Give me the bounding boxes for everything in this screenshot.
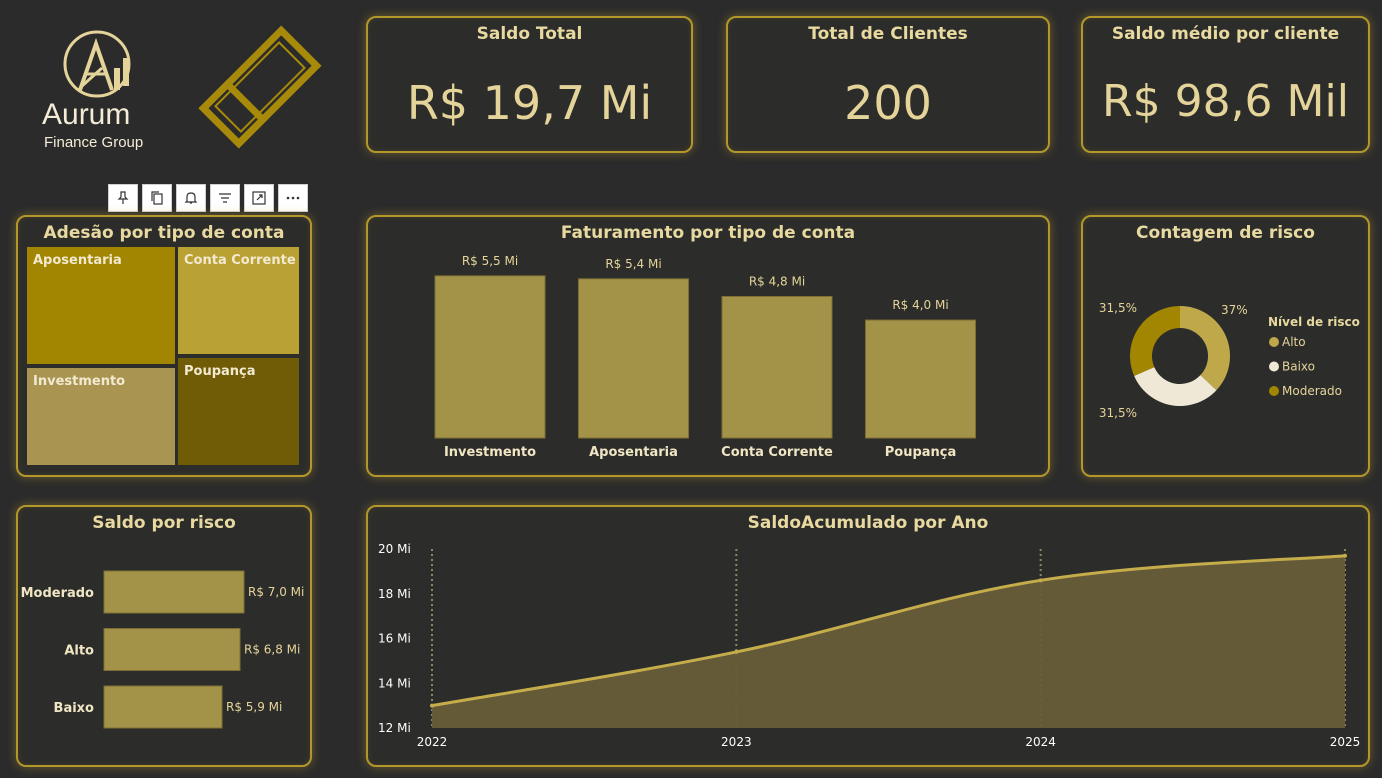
x-tick-label: 2022 — [417, 735, 448, 749]
data-point-2022 — [430, 703, 434, 708]
data-point-2023 — [734, 649, 739, 654]
copy-button[interactable] — [142, 184, 172, 212]
kpi-value: 200 — [844, 76, 932, 130]
kpi-title: Saldo Total — [476, 24, 583, 44]
bar-conta-corrente — [721, 295, 833, 439]
focus-mode-button[interactable] — [244, 184, 274, 212]
category-label: Baixo — [54, 701, 95, 716]
donut-data-label: 37% — [1221, 303, 1248, 317]
y-tick-label: 14 Mi — [378, 676, 411, 690]
hbar-value-label: R$ 6,8 Mi — [244, 643, 300, 657]
money-icon — [198, 25, 322, 149]
y-tick-label: 20 Mi — [378, 542, 411, 556]
treemap-cell-poupanca[interactable]: Poupança — [178, 358, 299, 465]
hbar-value-label: R$ 5,9 Mi — [226, 700, 282, 714]
saldo-risco-card[interactable]: Saldo por risco Moderado R$ 7,0 Mi Alto R$ … — [16, 505, 312, 767]
logo-emblem — [63, 30, 131, 98]
category-label: Aposentaria — [589, 445, 678, 460]
x-tick-label: 2024 — [1025, 735, 1056, 749]
pin-button[interactable] — [108, 184, 138, 212]
data-point-2025 — [1343, 553, 1347, 558]
legend-title: Nível de risco — [1268, 315, 1360, 329]
legend-item-moderado: Moderado — [1282, 384, 1342, 398]
y-tick-label: 18 Mi — [378, 587, 411, 601]
expand-icon — [252, 191, 266, 205]
donut-slice-moderado — [1130, 306, 1180, 376]
filter-button[interactable] — [210, 184, 240, 212]
faturamento-chart: R$ 5,5 Mi Investmento R$ 5,4 Mi Aposentaria… — [434, 254, 976, 460]
category-label: Investmento — [444, 445, 536, 460]
kpi-total-clientes[interactable]: Total de Clientes 200 — [726, 16, 1050, 153]
data-point-2024 — [1038, 578, 1043, 583]
treemap-cell-conta-corrente[interactable]: Conta Corrente — [178, 247, 299, 354]
category-label: Poupança — [885, 445, 957, 460]
bar-investmento — [434, 275, 546, 439]
category-label: Alto — [64, 644, 94, 659]
treemap-label: Investmento — [33, 374, 126, 389]
hbar-moderado — [103, 570, 245, 614]
brand-name: Aurum — [42, 98, 131, 131]
saldo-risco-chart: Moderado R$ 7,0 Mi Alto R$ 6,8 Mi Baixo R$ 5,… — [21, 570, 304, 729]
treemap-label: Poupança — [184, 364, 256, 379]
donut-slice-alto — [1180, 306, 1230, 391]
donut-data-label: 31,5% — [1099, 406, 1137, 420]
saldo-ano-chart: 12 Mi 14 Mi 16 Mi 18 Mi 20 Mi 2022 2023 2024 202… — [378, 542, 1361, 749]
category-label: Moderado — [21, 586, 94, 601]
kpi-value: R$ 19,7 Mi — [406, 76, 653, 130]
treemap-label: Aposentaria — [33, 253, 122, 268]
saldo-ano-card[interactable]: SaldoAcumulado por Ano 12 Mi 14 Mi 16 Mi 18… — [366, 505, 1370, 767]
bar-poupança — [865, 319, 976, 439]
bar-value-label: R$ 5,4 Mi — [605, 257, 661, 271]
pin-icon — [117, 191, 129, 204]
brand-subtitle: Finance Group — [44, 134, 144, 151]
more-options-button[interactable] — [278, 184, 308, 212]
bar-aposentaria — [578, 278, 689, 439]
y-tick-label: 12 Mi — [378, 721, 411, 735]
bell-icon — [184, 192, 198, 204]
kpi-saldo-total[interactable]: Saldo Total R$ 19,7 Mi — [366, 16, 693, 153]
faturamento-card[interactable]: Faturamento por tipo de conta R$ 5,5 Mi I… — [366, 215, 1050, 477]
legend-item-baixo: Baixo — [1282, 360, 1315, 374]
area-fill — [432, 555, 1345, 728]
copy-icon — [151, 191, 163, 205]
alert-button[interactable] — [176, 184, 206, 212]
x-tick-label: 2025 — [1330, 735, 1361, 749]
treemap-card[interactable]: Adesão por tipo de conta Aposentaria Con… — [16, 215, 312, 477]
treemap-title: Adesão por tipo de conta — [43, 223, 285, 243]
legend-marker — [1269, 386, 1279, 396]
hbar-baixo — [103, 685, 223, 729]
legend-marker — [1269, 361, 1279, 372]
more-icon — [286, 196, 300, 200]
risco-donut-chart: 37% 31,5% 31,5% Nível de risco Alto Baixo Mode… — [1099, 301, 1360, 420]
hbar-value-label: R$ 7,0 Mi — [248, 585, 304, 599]
kpi-saldo-medio[interactable]: Saldo médio por cliente R$ 98,6 Mil — [1081, 16, 1370, 153]
filter-icon — [219, 193, 231, 203]
brand-logo: Aurum Finance Group — [38, 28, 168, 158]
treemap-cell-investmento[interactable]: Investmento — [27, 368, 175, 465]
treemap-cell-aposentaria[interactable]: Aposentaria — [27, 247, 175, 364]
category-label: Conta Corrente — [721, 445, 833, 460]
legend-marker — [1269, 337, 1279, 347]
bar-value-label: R$ 5,5 Mi — [462, 254, 518, 268]
risco-card[interactable]: Contagem de risco 37% 31,5% 31,5% Nível de … — [1081, 215, 1370, 477]
kpi-title: Total de Clientes — [808, 24, 968, 44]
legend-item-alto: Alto — [1282, 335, 1306, 349]
visual-toolbar — [108, 184, 308, 212]
kpi-value: R$ 98,6 Mil — [1102, 76, 1349, 127]
bar-value-label: R$ 4,8 Mi — [749, 274, 805, 288]
hbar-alto — [103, 628, 241, 671]
bar-value-label: R$ 4,0 Mi — [892, 298, 948, 312]
y-tick-label: 16 Mi — [378, 632, 411, 646]
treemap-label: Conta Corrente — [184, 253, 296, 268]
x-tick-label: 2023 — [721, 735, 752, 749]
kpi-title: Saldo médio por cliente — [1111, 24, 1340, 44]
donut-data-label: 31,5% — [1099, 301, 1137, 315]
